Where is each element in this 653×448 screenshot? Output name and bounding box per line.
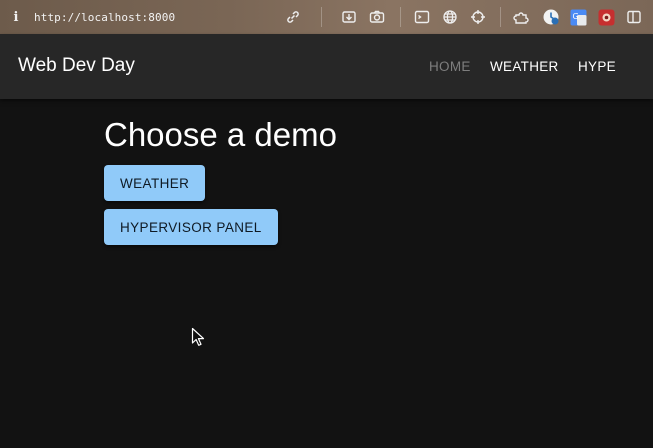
globe-icon[interactable] [440, 7, 460, 27]
browser-toolbar-icons: G [0, 0, 653, 34]
nav-home[interactable]: HOME [429, 59, 471, 74]
nav-weather[interactable]: WEATHER [490, 59, 559, 74]
svg-text:G: G [572, 12, 578, 21]
browser-toolbar: i http://localhost:8000 G [0, 0, 653, 34]
puzzle-icon[interactable] [512, 7, 532, 27]
terminal-icon[interactable] [412, 7, 432, 27]
weather-button[interactable]: WEATHER [104, 165, 206, 201]
download-icon[interactable] [339, 7, 359, 27]
app-header: Web Dev Day HOME WEATHER HYPE [0, 34, 653, 99]
toolbar-divider [321, 7, 322, 27]
link-icon[interactable] [283, 7, 303, 27]
toolbar-divider [400, 7, 401, 27]
page-title: Choose a demo [104, 116, 337, 153]
app-title: Web Dev Day [18, 55, 135, 76]
clock-icon[interactable] [541, 7, 561, 27]
extension-icon[interactable] [596, 7, 616, 27]
camera-icon[interactable] [367, 7, 387, 27]
nav-hype[interactable]: HYPE [578, 59, 616, 74]
hypervisor-panel-button[interactable]: HYPERVISOR PANEL [104, 209, 278, 245]
translate-icon[interactable]: G [568, 7, 588, 27]
crosshair-icon[interactable] [468, 7, 488, 27]
mouse-pointer-icon [191, 327, 205, 346]
sidebar-icon[interactable] [624, 7, 644, 27]
toolbar-divider [500, 7, 501, 27]
